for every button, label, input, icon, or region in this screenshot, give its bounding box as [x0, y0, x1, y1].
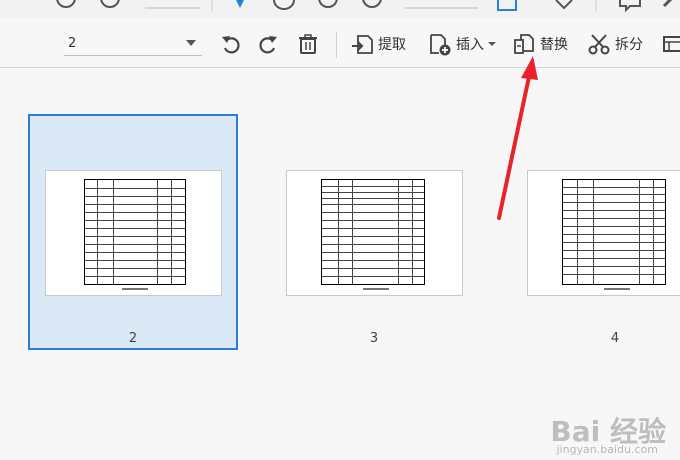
baidu-jingyan-watermark-url: jingyan.baidu.com [556, 443, 658, 456]
red-annotation-arrow [497, 56, 538, 220]
